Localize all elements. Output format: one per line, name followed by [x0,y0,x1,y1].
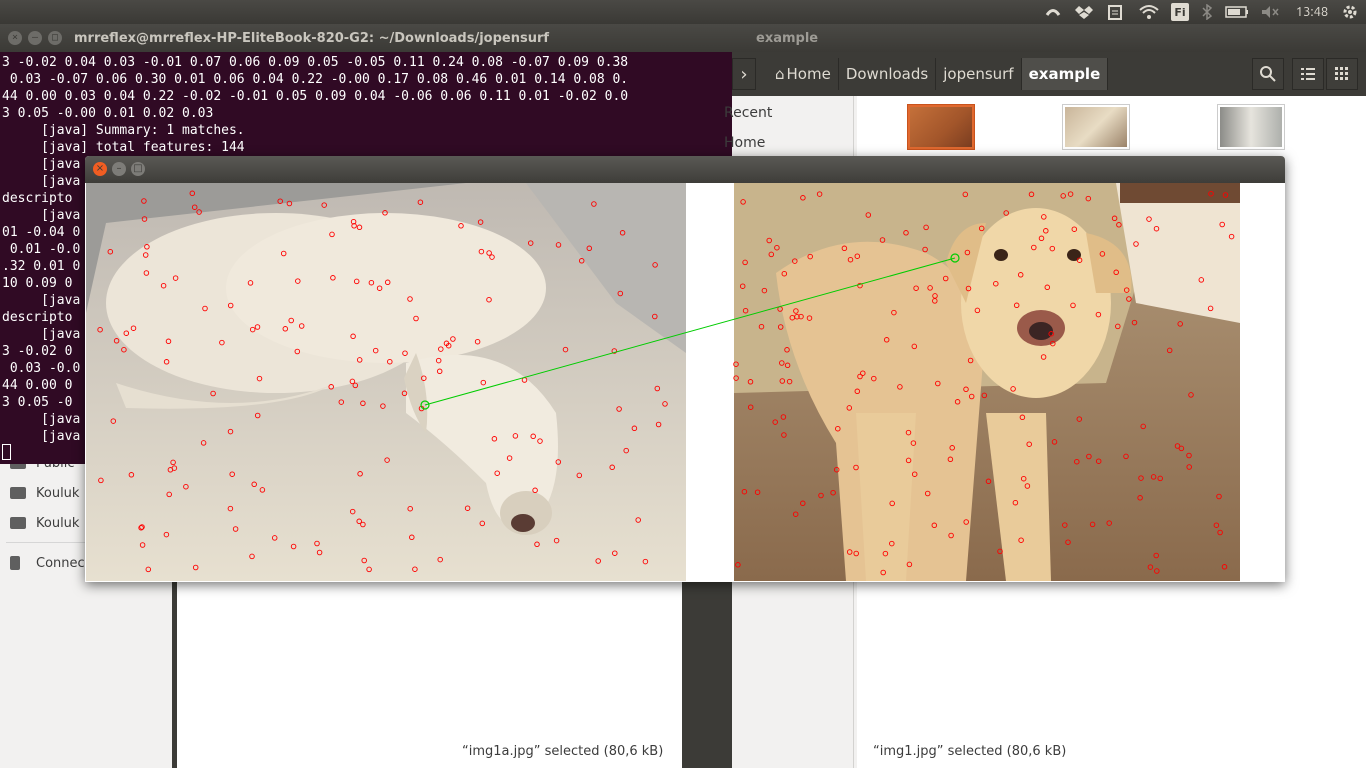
match-canvas [86,183,1284,581]
match-viewer-window[interactable]: × – □ [85,156,1285,582]
crumb-downloads[interactable]: Downloads [839,58,937,90]
keyboard-layout-icon[interactable]: Fi [1171,3,1189,21]
folder-icon [10,487,26,499]
window-title: example [756,31,819,46]
grid-view-icon[interactable] [1326,58,1358,90]
gap [686,183,734,581]
terminal-title: mrreflex@mrreflex-HP-EliteBook-820-G2: ~… [74,31,550,46]
folder-icon [10,517,26,529]
network-server-icon [10,556,20,570]
clipboard-icon[interactable] [1106,3,1124,21]
terminal-line: 44 0.00 0.03 0.04 0.22 -0.02 -0.01 0.05 … [2,89,629,104]
terminal-cursor [2,444,11,460]
file-thumbnail-img1a[interactable] [1062,104,1130,150]
sidebar-item-connect-to-server[interactable]: Connec [10,552,85,574]
volume-muted-icon[interactable] [1260,3,1280,21]
dropbox-icon[interactable] [1074,3,1094,21]
search-icon[interactable] [1252,58,1284,90]
left-photo [86,183,686,581]
terminal-titlebar[interactable]: × – □ mrreflex@mrreflex-HP-EliteBook-820… [0,24,732,52]
minimize-icon[interactable]: – [28,31,42,45]
forward-arrow-icon[interactable]: › [732,58,756,90]
dropbox-like-icon[interactable] [1044,3,1062,21]
maximize-icon[interactable]: □ [131,162,145,176]
bluetooth-icon[interactable] [1200,3,1214,21]
crumb-example[interactable]: example [1021,58,1109,90]
terminal-line: [java] Summary: 1 matches. [2,123,245,138]
crumb-home[interactable]: ⌂ Home [768,58,839,90]
right-photo [734,183,1240,581]
list-view-icon[interactable] [1292,58,1324,90]
battery-icon[interactable] [1224,3,1250,21]
crumb-jopensurf[interactable]: jopensurf [936,58,1022,90]
file-manager-titlebar[interactable]: example [732,24,1366,52]
sidebar-item-kouluk-2[interactable]: Kouluk [10,512,79,534]
terminal-line: [java] total features: 144 [2,140,245,155]
file-thumbnail-img1[interactable] [907,104,975,150]
close-icon[interactable]: × [8,31,22,45]
terminal-line: 0.03 -0.07 0.06 0.30 0.01 0.06 0.04 0.22… [2,72,629,87]
file-thumbnail-img2[interactable] [1217,104,1285,150]
sidebar-item-home[interactable]: Home [724,135,765,151]
status-bar-right: “img1.jpg” selected (80,6 kB) [873,744,1067,759]
home-icon: ⌂ [775,65,785,83]
clock[interactable]: 13:48 [1292,3,1332,21]
viewer-titlebar[interactable]: × – □ [85,156,1285,183]
sidebar-item-kouluk-1[interactable]: Kouluk [10,482,79,504]
top-panel: Fi 13:48 [0,0,1366,24]
gap-right [1240,183,1284,581]
settings-gear-icon[interactable] [1340,3,1360,21]
status-bar-left: “img1a.jpg” selected (80,6 kB) [462,744,664,759]
close-icon[interactable]: × [93,162,107,176]
file-manager-toolbar: › ⌂ Home Downloads jopensurf example [732,52,1366,96]
file-manager-left-content [177,582,682,768]
wifi-icon[interactable] [1138,3,1160,21]
sidebar-item-recent[interactable]: Recent [724,105,772,121]
terminal-line: 3 -0.02 0.04 0.03 -0.01 0.07 0.06 0.09 0… [2,55,629,70]
minimize-icon[interactable]: – [112,162,126,176]
terminal-line: 3 0.05 -0.00 0.01 0.02 0.03 [2,106,214,121]
maximize-icon[interactable]: □ [48,31,62,45]
breadcrumb: ⌂ Home Downloads jopensurf example [768,58,1109,90]
